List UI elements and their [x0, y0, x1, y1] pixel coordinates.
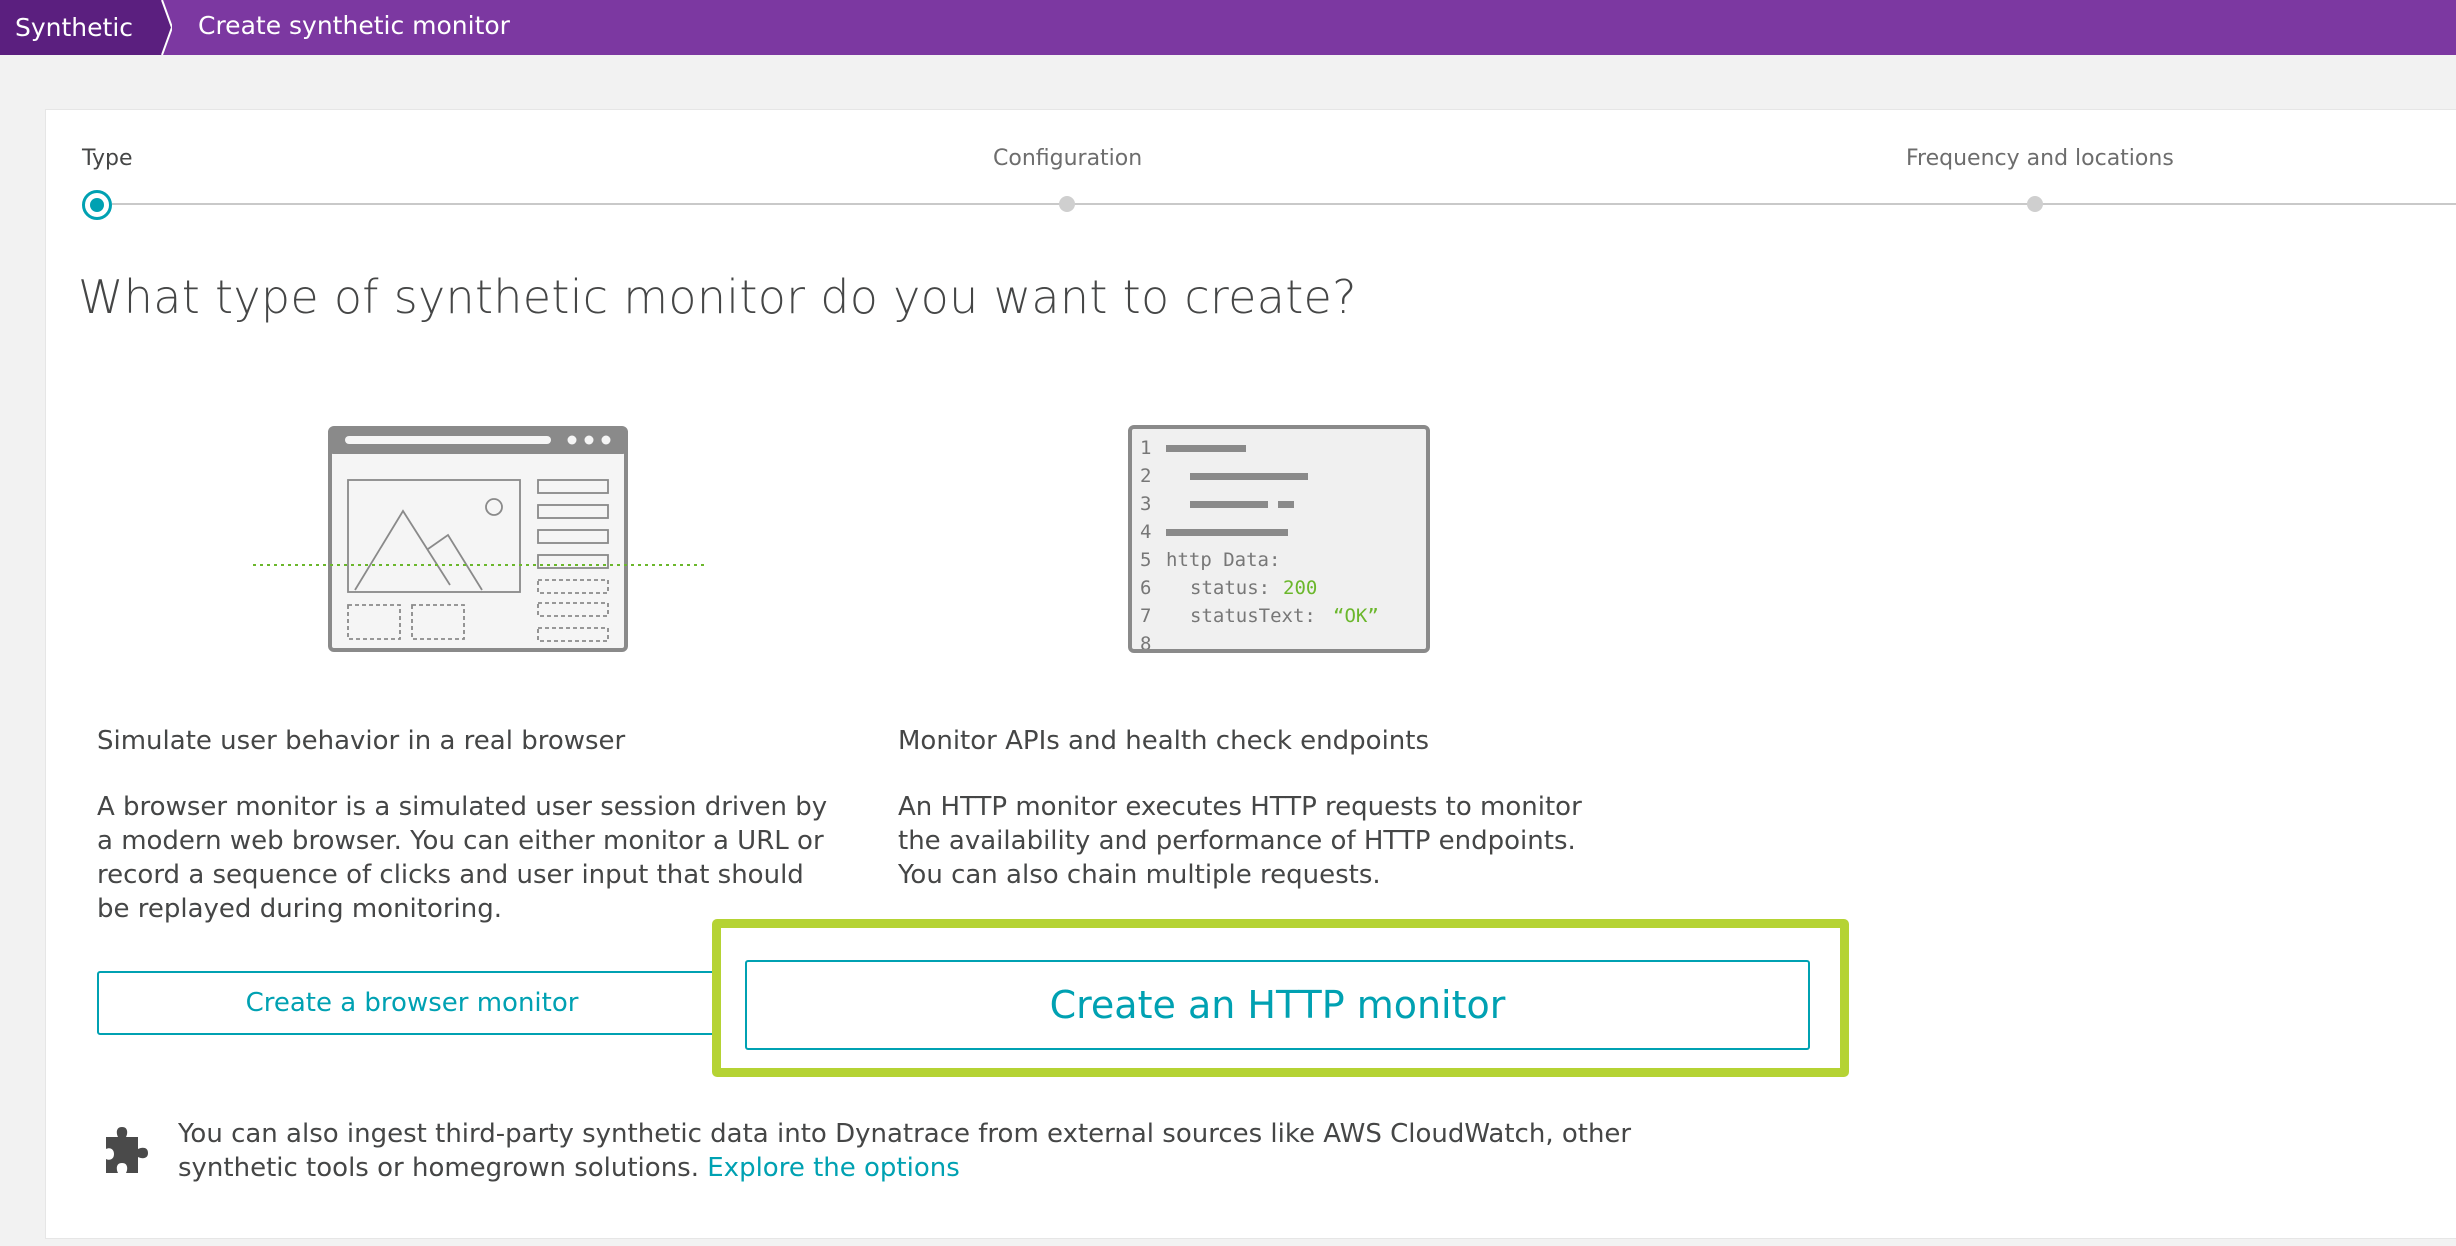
breadcrumb-current: Create synthetic monitor	[198, 11, 510, 40]
code-line-7-value: “OK”	[1333, 605, 1379, 627]
browser-option-description: A browser monitor is a simulated user se…	[97, 792, 828, 924]
top-bar: Synthetic Create synthetic monitor	[0, 0, 2456, 55]
footer-note: You can also ingest third-party syntheti…	[178, 1117, 1738, 1185]
create-http-monitor-button[interactable]: Create an HTTP monitor	[745, 960, 1810, 1050]
breadcrumb-synthetic[interactable]: Synthetic	[0, 0, 162, 55]
http-code-illustration-icon: 1 2 3 4 5 6 7 8 http Data: status: 200 s…	[1128, 425, 1430, 653]
step-dot-configuration[interactable]	[1059, 196, 1075, 212]
page-title: What type of synthetic monitor do you wa…	[78, 270, 1357, 324]
create-browser-monitor-button[interactable]: Create a browser monitor	[97, 971, 727, 1035]
breadcrumb-separator-icon	[150, 0, 172, 55]
browser-option-title: Simulate user behavior in a real browser	[97, 726, 626, 756]
step-label-frequency[interactable]: Frequency and locations	[1906, 146, 2174, 171]
step-dot-frequency[interactable]	[2027, 196, 2043, 212]
code-line-5: http Data:	[1166, 549, 1280, 571]
code-line-number: 2	[1140, 465, 1151, 487]
browser-illustration-icon	[253, 426, 705, 652]
stepper-track	[112, 203, 2456, 205]
code-line-number: 5	[1140, 549, 1151, 571]
step-label-configuration[interactable]: Configuration	[993, 146, 1142, 171]
step-dot-type[interactable]	[82, 190, 112, 220]
puzzle-piece-icon	[106, 1127, 148, 1173]
http-option-description: An HTTP monitor executes HTTP requests t…	[898, 792, 1582, 890]
code-line-number: 3	[1140, 493, 1151, 515]
step-label-type[interactable]: Type	[82, 146, 133, 171]
code-line-number: 7	[1140, 605, 1151, 627]
http-option-title: Monitor APIs and health check endpoints	[898, 726, 1430, 756]
code-line-number: 1	[1140, 437, 1151, 459]
explore-options-link[interactable]: Explore the options	[707, 1153, 960, 1183]
code-line-number: 4	[1140, 521, 1151, 543]
code-line-number: 6	[1140, 577, 1151, 599]
code-line-6-key: status:	[1190, 577, 1270, 599]
code-line-7-key: statusText:	[1190, 605, 1316, 627]
code-line-6-value: 200	[1283, 577, 1317, 599]
